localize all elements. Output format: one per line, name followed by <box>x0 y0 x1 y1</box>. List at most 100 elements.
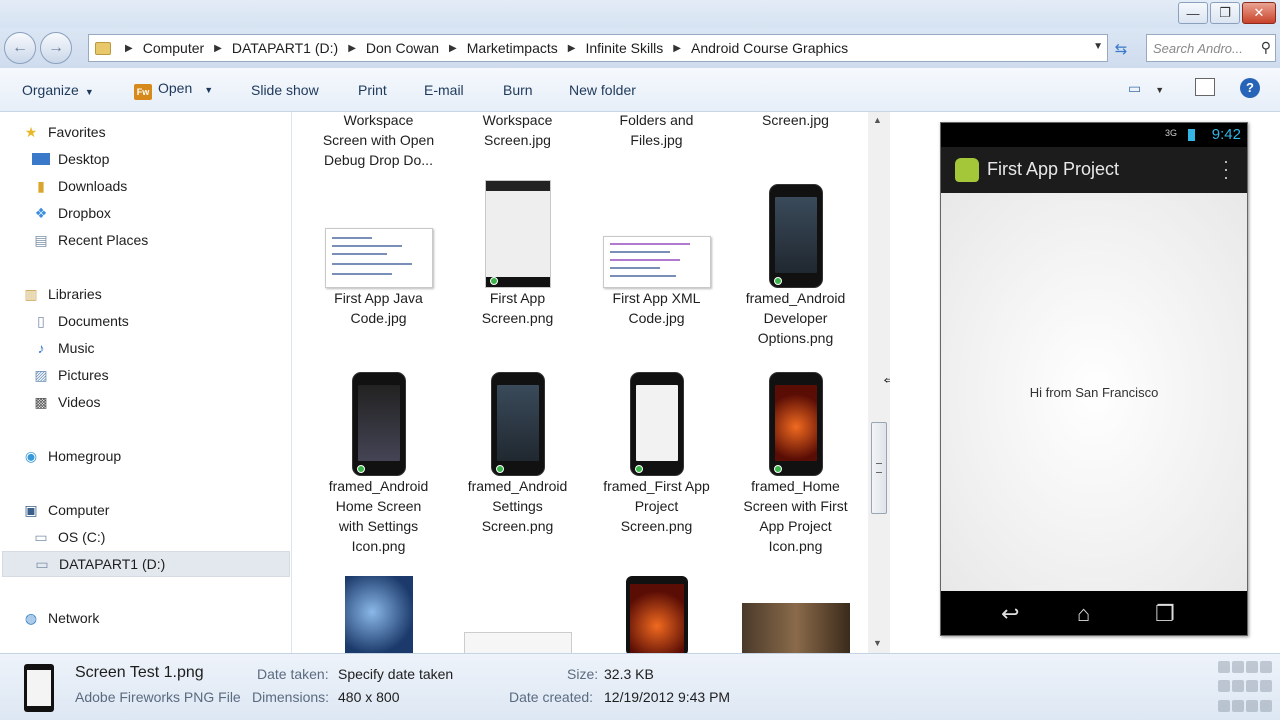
nav-label: Network <box>48 610 100 626</box>
code-screenshot-thumbnail <box>324 228 433 288</box>
nav-dropbox[interactable]: ❖ Dropbox <box>32 200 282 226</box>
nav-label: Dropbox <box>58 205 111 221</box>
homegroup-icon: ◉ <box>24 448 38 464</box>
crumb-marketimpacts[interactable]: Marketimpacts <box>467 40 558 56</box>
size-value: 32.3 KB <box>604 666 654 682</box>
crumb-android-course-graphics[interactable]: Android Course Graphics <box>691 40 848 56</box>
nav-desktop[interactable]: Desktop <box>32 146 282 172</box>
file-name-line: Screen with First <box>743 498 848 514</box>
chevron-right-icon[interactable]: ▶ <box>348 43 356 54</box>
close-button[interactable]: ✕ <box>1242 2 1276 24</box>
file-name-line: Settings <box>492 498 543 514</box>
file-tile[interactable]: First App Screen.png <box>448 178 587 328</box>
nav-label: Desktop <box>58 151 110 167</box>
file-tile[interactable]: framed_Android Home Screen with Settings… <box>309 366 448 556</box>
chevron-right-icon[interactable]: ▶ <box>125 43 133 54</box>
file-name-line: Screen.jpg <box>762 112 829 128</box>
organize-button[interactable]: Organize ▼ <box>22 82 94 98</box>
address-bar[interactable]: ▶ Computer ▶ DATAPART1 (D:) ▶ Don Cowan … <box>88 34 1108 62</box>
slideshow-button[interactable]: Slide show <box>251 82 319 98</box>
scroll-up-icon[interactable]: ▲ <box>873 115 882 125</box>
nav-documents[interactable]: ▯ Documents <box>32 308 282 334</box>
star-icon: ★ <box>24 124 38 140</box>
libraries-icon: ▥ <box>24 286 38 302</box>
nav-label: Downloads <box>58 178 128 194</box>
file-name-line: Icon.png <box>768 538 823 554</box>
drive-icon: ▭ <box>34 529 48 545</box>
crumb-infinite-skills[interactable]: Infinite Skills <box>585 40 663 56</box>
file-tile[interactable] <box>448 576 587 653</box>
chevron-right-icon[interactable]: ▶ <box>214 43 222 54</box>
file-tile[interactable] <box>726 576 865 653</box>
file-name-line: framed_Android <box>328 478 429 494</box>
view-options-icon[interactable]: ▭ ▼ <box>1128 80 1164 97</box>
refresh-icon[interactable]: ⇆ <box>1110 40 1132 58</box>
nav-favorites[interactable]: ★ Favorites <box>22 119 272 145</box>
file-name-line: Screen.png <box>620 518 693 534</box>
size-label: Size: <box>567 666 599 682</box>
file-tile[interactable]: framed_Android Developer Options.png <box>726 178 865 348</box>
file-tile[interactable]: First App XML Code.jpg <box>587 178 726 328</box>
file-thumbnail-icon <box>24 664 54 712</box>
android-logo-icon <box>955 158 979 182</box>
search-input[interactable]: Search Andro... ⚲ <box>1146 34 1276 62</box>
chevron-right-icon[interactable]: ▶ <box>568 43 576 54</box>
date-taken-value[interactable]: Specify date taken <box>338 666 453 682</box>
minimize-button[interactable]: — <box>1178 2 1208 24</box>
email-button[interactable]: E-mail <box>424 82 464 98</box>
nav-music[interactable]: ♪ Music <box>32 335 282 361</box>
crumb-computer[interactable]: Computer <box>143 40 204 56</box>
chevron-down-icon[interactable]: ▼ <box>204 85 213 95</box>
file-name-line: Icon.png <box>351 538 406 554</box>
nav-datapart1[interactable]: ▭ DATAPART1 (D:) <box>2 551 290 577</box>
file-tile[interactable]: framed_Home Screen with First App Projec… <box>726 366 865 556</box>
help-icon[interactable]: ? <box>1240 78 1260 98</box>
nav-network[interactable]: ◍ Network <box>22 605 272 631</box>
earth-image-thumbnail <box>344 576 413 653</box>
file-tile[interactable]: Folders and Files.jpg <box>587 112 726 150</box>
print-button[interactable]: Print <box>358 82 387 98</box>
scrollbar-thumb[interactable] <box>871 422 887 514</box>
new-folder-button[interactable]: New folder <box>569 82 636 98</box>
forward-button[interactable]: → <box>40 32 72 64</box>
dimensions-label: Dimensions: <box>252 689 330 705</box>
chevron-right-icon[interactable]: ▶ <box>673 43 681 54</box>
file-tile[interactable]: framed_First App Project Screen.png <box>587 366 726 536</box>
nav-label: Homegroup <box>48 448 122 464</box>
open-button[interactable]: Fw Open ▼ <box>134 80 213 100</box>
file-tile[interactable]: Screen.jpg <box>726 112 865 130</box>
nav-videos[interactable]: ▩ Videos <box>32 389 282 415</box>
search-icon[interactable]: ⚲ <box>1261 39 1271 56</box>
scroll-down-icon[interactable]: ▼ <box>873 638 882 648</box>
nav-recent-places[interactable]: ▤ Recent Places <box>32 227 282 253</box>
chevron-right-icon[interactable]: ▶ <box>449 43 457 54</box>
nav-downloads[interactable]: ▮ Downloads <box>32 173 282 199</box>
file-name-line: First App Java <box>334 290 423 306</box>
nav-computer[interactable]: ▣ Computer <box>22 497 272 523</box>
preview-pane-icon[interactable] <box>1195 78 1215 96</box>
file-tile[interactable]: Workspace Screen.jpg <box>448 112 587 150</box>
thumbnail <box>448 178 587 288</box>
file-tile[interactable] <box>587 576 726 653</box>
nav-pictures[interactable]: ▨ Pictures <box>32 362 282 388</box>
crumb-don-cowan[interactable]: Don Cowan <box>366 40 439 56</box>
android-preview: 3G 9:42 First App Project · · · Hi from Sa… <box>940 122 1248 636</box>
file-tile[interactable] <box>309 576 448 653</box>
nav-label: Music <box>58 340 95 356</box>
maximize-button[interactable]: ❐ <box>1210 2 1240 24</box>
file-tile[interactable]: First App Java Code.jpg <box>309 178 448 328</box>
videos-icon: ▩ <box>34 394 48 410</box>
file-tile[interactable]: framed_Android Settings Screen.png <box>448 366 587 536</box>
overflow-menu-icon: · · · <box>1223 151 1229 187</box>
chevron-down-icon[interactable]: ▼ <box>1093 41 1103 52</box>
nav-homegroup[interactable]: ◉ Homegroup <box>22 443 272 469</box>
nav-os-c[interactable]: ▭ OS (C:) <box>32 524 282 550</box>
burn-button[interactable]: Burn <box>503 82 533 98</box>
crumb-datapart[interactable]: DATAPART1 (D:) <box>232 40 338 56</box>
back-button[interactable]: ← <box>4 32 36 64</box>
battery-icon <box>1188 129 1195 141</box>
nav-label: Pictures <box>58 367 109 383</box>
desktop-icon <box>32 153 50 165</box>
file-tile[interactable]: Workspace Screen with Open Debug Drop Do… <box>309 112 448 170</box>
nav-libraries[interactable]: ▥ Libraries <box>22 281 272 307</box>
